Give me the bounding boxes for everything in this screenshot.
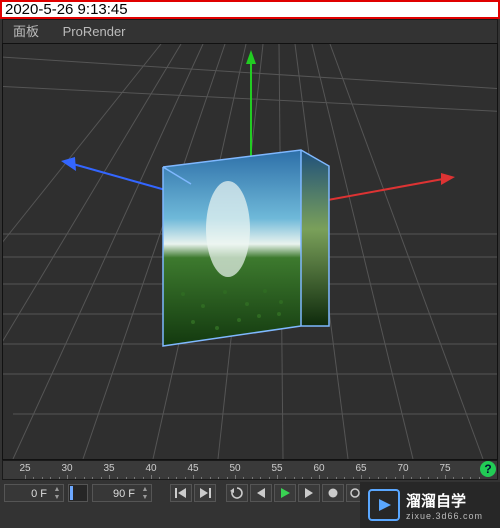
tick-label: 55 [265,463,289,474]
tick-mark [403,475,404,479]
menu-panel[interactable]: 面板 [3,20,49,44]
start-frame-value: 0 F [7,485,47,503]
tick-label: 40 [139,463,163,474]
tick-mark [25,475,26,479]
timeline-ruler[interactable]: 25 30 35 40 45 50 55 60 65 70 75 [2,460,498,480]
record-button[interactable] [322,484,344,502]
tick-label: 45 [181,463,205,474]
tick-mark [235,475,236,479]
tick-mark [445,475,446,479]
play-button[interactable] [274,484,296,502]
tick-label: 35 [97,463,121,474]
tick-mark [193,475,194,479]
play-back-button[interactable] [250,484,272,502]
scrub-mini[interactable] [68,484,88,502]
current-frame-field[interactable]: 90 F ▲▼ [92,484,152,502]
viewport-canvas [3,44,498,459]
watermark-url: zixue.3d66.com [406,511,483,521]
tick-label: 70 [391,463,415,474]
tick-mark [319,475,320,479]
tick-mark [277,475,278,479]
goto-last-button[interactable] [194,484,216,502]
timestamp-text: 2020-5-26 9:13:45 [5,1,128,18]
tick-mark [109,475,110,479]
tick-label: 50 [223,463,247,474]
tick-label: 60 [307,463,331,474]
tick-label: 65 [349,463,373,474]
tick-mark [67,475,68,479]
help-icon[interactable]: ? [480,461,496,477]
tick-label: 75 [433,463,457,474]
start-frame-field[interactable]: 0 F ▲▼ [4,484,64,502]
current-frame-value: 90 F [95,485,135,503]
stepper-icon[interactable]: ▲▼ [51,485,63,501]
tick-label: 30 [55,463,79,474]
goto-first-button[interactable] [170,484,192,502]
tick-mark [361,475,362,479]
watermark-brand: 溜溜自学 [406,490,483,511]
stepper-icon[interactable]: ▲▼ [139,485,151,501]
loop-button[interactable] [226,484,248,502]
textured-cube [163,150,329,346]
perspective-viewport[interactable] [2,43,498,460]
tick-mark [151,475,152,479]
play-forward-button[interactable] [298,484,320,502]
timestamp-banner: 2020-5-26 9:13:45 [0,0,500,19]
menu-prorender[interactable]: ProRender [53,20,136,44]
menu-bar: 面板 ProRender [2,19,498,44]
watermark-logo-icon [368,489,400,521]
watermark: 溜溜自学 zixue.3d66.com [360,482,500,528]
tick-label: 25 [13,463,37,474]
